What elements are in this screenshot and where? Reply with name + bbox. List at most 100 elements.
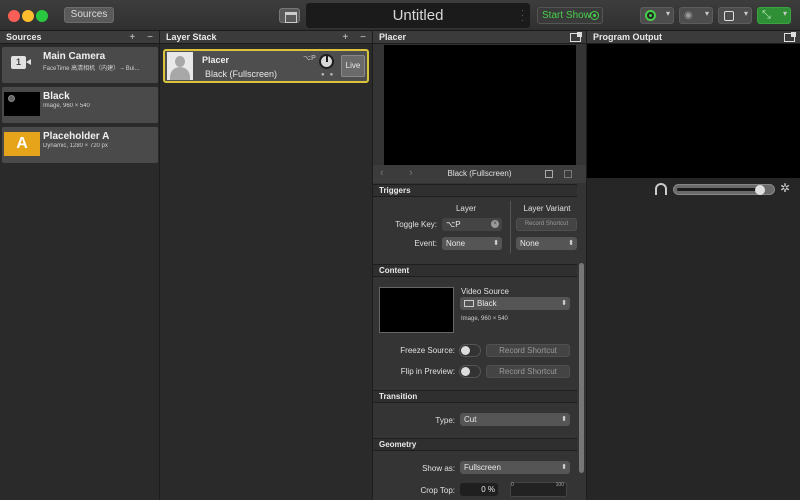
source-item-main-camera[interactable]: 1 Main Camera FaceTime 高清相机（内建） – Bui... <box>2 47 158 83</box>
layer-stack-header: Layer Stack + − <box>160 31 372 44</box>
content-section-header: Content <box>373 264 577 277</box>
layer-stack-title: Layer Stack <box>166 32 217 42</box>
source-name: Main Camera <box>43 51 106 62</box>
source-item-placeholder-a[interactable]: A Placeholder A Dynamic, 1280 × 720 px <box>2 127 158 163</box>
start-show-label: Start Show <box>542 10 591 21</box>
chevron-down-icon: ▾ <box>743 9 748 18</box>
chevron-down-icon: ▾ <box>782 9 787 18</box>
chevron-updown-icon: ⬍ <box>493 240 499 247</box>
flip-record-shortcut-button[interactable]: Record Shortcut <box>486 365 570 378</box>
layout-button[interactable]: ⤡ ▾ <box>757 7 791 24</box>
variant-caption: Black (Fullscreen) <box>447 169 512 178</box>
freeze-source-label: Freeze Source: <box>400 346 455 355</box>
fullscreen-output-button[interactable]: ▾ <box>718 7 752 24</box>
chevron-updown-icon: ⬍ <box>561 464 567 471</box>
crop-top-value: 0 <box>481 485 486 494</box>
duplicate-variant-icon[interactable] <box>545 170 553 178</box>
chevron-updown-icon: ⬍ <box>568 240 574 247</box>
chevron-down-icon: ▾ <box>665 9 670 18</box>
crop-top-input[interactable]: 0 % <box>460 483 498 496</box>
close-window-button[interactable] <box>8 10 20 22</box>
volume-slider-knob[interactable] <box>755 185 765 195</box>
document-title-box: Untitled · · · <box>306 3 530 28</box>
person-placeholder-icon <box>167 52 193 80</box>
event-variant-select[interactable]: None ⬍ <box>516 237 577 250</box>
variant-record-shortcut-button[interactable]: Record Shortcut <box>516 218 577 231</box>
triggers-section-header: Triggers <box>373 184 577 197</box>
transition-type-select[interactable]: Cut ⬍ <box>460 413 570 426</box>
event-variant-value: None <box>520 239 540 248</box>
flip-in-preview-toggle[interactable] <box>459 365 481 378</box>
grip-dots-icon: · · · <box>521 5 524 25</box>
gear-icon[interactable]: ✲ <box>780 181 790 195</box>
copy-variant-icon[interactable] <box>564 170 572 178</box>
chevron-updown-icon: ⬍ <box>561 416 567 423</box>
popout-window-icon[interactable] <box>570 32 582 42</box>
sources-title: Sources <box>6 32 42 42</box>
add-layer-button[interactable]: + <box>342 32 348 43</box>
popout-window-icon[interactable] <box>784 32 796 42</box>
document-title[interactable]: Untitled <box>306 3 530 28</box>
headphones-icon[interactable] <box>655 183 667 195</box>
variant-navigator: ‹ › Black (Fullscreen) <box>373 165 586 183</box>
toolbar: Sources Untitled · · · Start Show ▾ ◉ ▾ ▾ … <box>0 0 800 31</box>
start-show-button[interactable]: Start Show <box>537 7 603 24</box>
program-output-title: Program Output <box>593 32 662 42</box>
camera-icon: 1 <box>11 56 31 69</box>
record-button[interactable]: ▾ <box>640 7 674 24</box>
transition-section-header: Transition <box>373 390 577 403</box>
content-thumbnail <box>379 287 454 333</box>
zoom-window-button[interactable] <box>36 10 48 22</box>
crop-top-label: Crop Top: <box>420 486 455 495</box>
minimize-window-button[interactable] <box>22 10 34 22</box>
remove-layer-button[interactable]: − <box>360 32 366 43</box>
show-as-label: Show as: <box>422 464 455 473</box>
layer-item-placer[interactable]: Placer Black (Fullscreen) ⌥P ●● Live <box>163 49 369 83</box>
live-button[interactable]: Live <box>341 55 365 77</box>
add-source-button[interactable]: + <box>129 32 135 43</box>
sources-header: Sources + − <box>0 31 159 44</box>
layer-stack-panel: Layer Stack + − Placer Black (Fullscreen)… <box>160 31 373 500</box>
broadcast-button[interactable]: ◉ ▾ <box>679 7 713 24</box>
layer-preview <box>384 45 576 165</box>
record-icon <box>645 10 656 21</box>
flip-in-preview-label: Flip in Preview: <box>400 367 455 376</box>
freeze-record-shortcut-button[interactable]: Record Shortcut <box>486 344 570 357</box>
volume-slider[interactable] <box>673 184 775 195</box>
freeze-source-toggle[interactable] <box>459 344 481 357</box>
source-detail: Image, 960 × 540 <box>43 103 90 109</box>
source-item-black[interactable]: Black Image, 960 × 540 <box>2 87 158 123</box>
expand-arrows-icon: ⤡ <box>762 9 771 21</box>
status-dot-icon <box>8 95 15 102</box>
clapperboard-icon[interactable] <box>279 8 300 23</box>
variant-dots-icon: ●● <box>321 72 339 78</box>
slider-max-label: 100 <box>555 482 564 488</box>
source-name: Placeholder A <box>43 131 110 142</box>
transition-type-value: Cut <box>464 415 477 424</box>
program-output-header: Program Output <box>587 31 800 44</box>
toggle-key-field[interactable]: ⌥P × <box>442 218 502 231</box>
event-layer-select[interactable]: None ⬍ <box>442 237 502 250</box>
placer-title: Placer <box>379 32 407 42</box>
show-as-select[interactable]: Fullscreen ⬍ <box>460 461 570 474</box>
chevron-updown-icon: ⬍ <box>561 300 567 307</box>
geometry-section-header: Geometry <box>373 438 577 451</box>
inspector-scrollbar[interactable] <box>579 263 584 473</box>
chevron-down-icon: ▾ <box>704 9 709 18</box>
opacity-dial-icon[interactable] <box>319 54 334 69</box>
video-source-select[interactable]: Black ⬍ <box>460 297 570 310</box>
slider-min-label: 0 <box>511 482 514 488</box>
remove-source-button[interactable]: − <box>147 32 153 43</box>
broadcast-icon: ◉ <box>684 10 693 21</box>
show-as-value: Fullscreen <box>464 463 501 472</box>
video-source-label: Video Source <box>461 287 509 296</box>
clear-shortcut-icon[interactable]: × <box>491 220 499 228</box>
image-icon <box>464 300 474 307</box>
layer-column-label: Layer <box>455 204 476 213</box>
layer-variant-column-label: Layer Variant <box>523 204 571 213</box>
program-output-panel: Program Output ✲ <box>587 31 800 500</box>
source-detail: FaceTime 高清相机（内建） – Bui... <box>43 66 140 72</box>
layer-variant: Black (Fullscreen) <box>205 69 278 79</box>
sources-toggle-button[interactable]: Sources <box>64 7 114 23</box>
crop-top-slider[interactable]: 0 100 <box>510 482 567 497</box>
